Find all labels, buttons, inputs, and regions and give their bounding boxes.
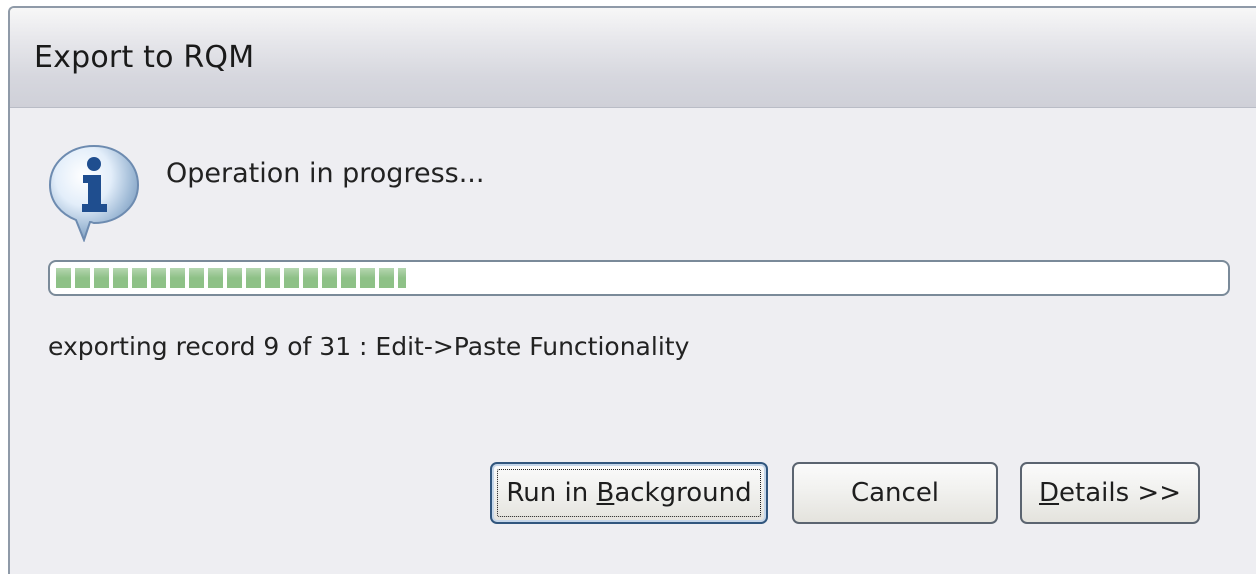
dialog-title: Export to RQM bbox=[34, 40, 255, 75]
export-dialog: Export to RQM Operation in progress... e… bbox=[8, 6, 1256, 574]
status-message: Operation in progress... bbox=[166, 158, 485, 189]
progress-bar bbox=[48, 260, 1230, 296]
details-button[interactable]: Details >> bbox=[1020, 462, 1200, 524]
run-in-background-button[interactable]: Run in Background bbox=[490, 462, 768, 524]
cancel-label: Cancel bbox=[850, 478, 940, 508]
run-in-background-label: Run in Background bbox=[506, 478, 752, 508]
progress-fill bbox=[56, 268, 406, 288]
dialog-body: Operation in progress... exporting recor… bbox=[10, 108, 1256, 574]
info-icon bbox=[48, 144, 140, 242]
title-bar[interactable]: Export to RQM bbox=[10, 8, 1256, 108]
progress-detail: exporting record 9 of 31 : Edit->Paste F… bbox=[48, 332, 690, 361]
cancel-button[interactable]: Cancel bbox=[792, 462, 998, 524]
details-label: Details >> bbox=[1039, 478, 1181, 508]
progress-track bbox=[56, 268, 1222, 288]
